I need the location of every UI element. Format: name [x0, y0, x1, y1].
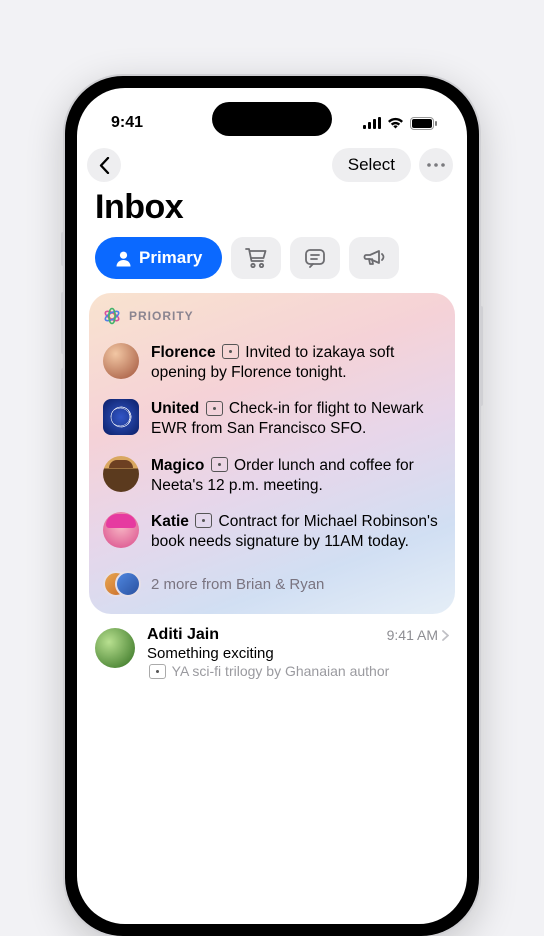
- cart-icon: [245, 248, 267, 268]
- chevron-right-icon: [442, 630, 449, 641]
- filter-primary[interactable]: Primary: [95, 237, 222, 279]
- side-button: [61, 368, 65, 430]
- summary-badge-icon: [206, 401, 223, 416]
- priority-item[interactable]: Magico Order lunch and coffee for Neeta'…: [103, 448, 441, 504]
- chevron-left-icon: [99, 157, 110, 174]
- status-icons: [363, 117, 437, 130]
- avatar: [103, 343, 139, 379]
- megaphone-icon: [363, 248, 385, 268]
- email-subject: Something exciting: [147, 645, 449, 662]
- avatar: [103, 456, 139, 492]
- person-icon: [115, 250, 132, 267]
- avatar-stack: [103, 566, 139, 602]
- email-time: 9:41 AM: [387, 627, 438, 643]
- priority-item[interactable]: Florence Invited to izakaya soft opening…: [103, 335, 441, 391]
- page-title: Inbox: [77, 184, 467, 237]
- side-button: [479, 306, 483, 406]
- priority-more-label: 2 more from Brian & Ryan: [151, 576, 324, 593]
- battery-icon: [410, 117, 437, 130]
- filter-transactions[interactable]: [231, 237, 281, 279]
- phone-frame: 9:41 Select Inbox Primary: [65, 76, 479, 936]
- priority-text: Katie Contract for Michael Robinson's bo…: [151, 512, 441, 552]
- priority-text: Florence Invited to izakaya soft opening…: [151, 343, 441, 383]
- filter-updates[interactable]: [290, 237, 340, 279]
- more-button[interactable]: [419, 148, 453, 182]
- filter-row: Primary: [77, 237, 467, 293]
- filter-primary-label: Primary: [139, 248, 202, 268]
- back-button[interactable]: [87, 148, 121, 182]
- priority-more-row[interactable]: 2 more from Brian & Ryan: [103, 560, 441, 602]
- email-meta: 9:41 AM: [387, 627, 449, 643]
- priority-item[interactable]: United Check-in for flight to Newark EWR…: [103, 391, 441, 447]
- summary-badge-icon: [195, 513, 212, 528]
- avatar: [103, 512, 139, 548]
- email-preview: YA sci-fi trilogy by Ghanaian author: [147, 663, 449, 680]
- priority-header: PRIORITY: [103, 307, 441, 325]
- priority-text: Magico Order lunch and coffee for Neeta'…: [151, 456, 441, 496]
- message-icon: [304, 248, 326, 268]
- clock: 9:41: [111, 114, 143, 132]
- screen: 9:41 Select Inbox Primary: [77, 88, 467, 924]
- avatar: [95, 628, 135, 668]
- select-button[interactable]: Select: [332, 148, 411, 182]
- priority-text: United Check-in for flight to Newark EWR…: [151, 399, 441, 439]
- summary-badge-icon: [211, 457, 228, 472]
- wifi-icon: [387, 117, 404, 129]
- dynamic-island: [212, 102, 332, 136]
- avatar: [103, 399, 139, 435]
- side-button: [61, 232, 65, 266]
- side-button: [61, 292, 65, 354]
- summary-badge-icon: [222, 344, 239, 359]
- filter-promotions[interactable]: [349, 237, 399, 279]
- priority-card[interactable]: PRIORITY Florence Invited to izakaya sof…: [89, 293, 455, 614]
- intelligence-icon: [103, 307, 121, 325]
- nav-bar: Select: [77, 142, 467, 184]
- priority-label: PRIORITY: [129, 309, 194, 323]
- summary-badge-icon: [149, 664, 166, 679]
- ellipsis-icon: [427, 163, 445, 167]
- email-row[interactable]: Aditi Jain 9:41 AM Something exciting YA…: [77, 614, 467, 680]
- signal-icon: [363, 117, 381, 129]
- email-sender: Aditi Jain: [147, 626, 219, 644]
- priority-item[interactable]: Katie Contract for Michael Robinson's bo…: [103, 504, 441, 560]
